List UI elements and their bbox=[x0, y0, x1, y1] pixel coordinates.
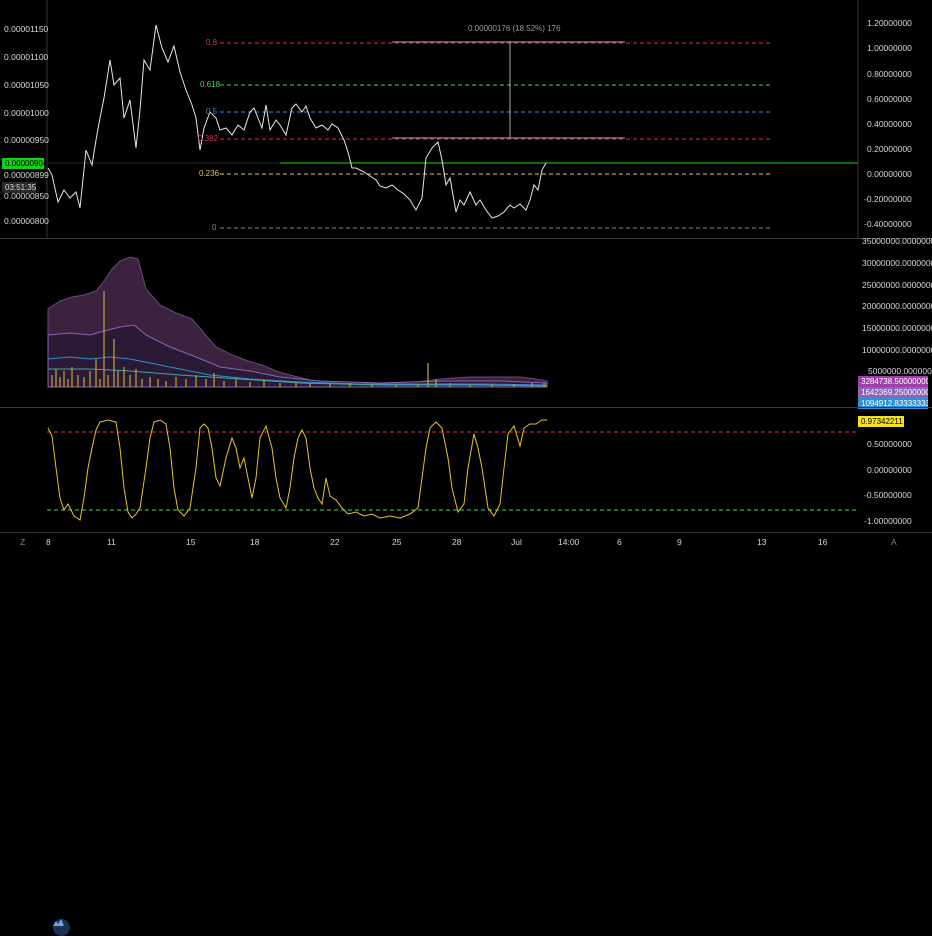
price-label: 0.00001050 bbox=[4, 80, 49, 90]
oscillator-pane[interactable]: 0.97342211 0.50000000 0.00000000 -0.5000… bbox=[0, 408, 932, 936]
volume-chart-svg bbox=[47, 256, 548, 388]
price-label: 0.00000800 bbox=[4, 216, 49, 226]
price-label: 0.00000899 bbox=[4, 170, 49, 180]
right-axis-label: 0.00000000 bbox=[867, 169, 912, 179]
right-axis-label: 0.40000000 bbox=[867, 119, 912, 129]
right-axis-label: 30000000.00000000 bbox=[862, 258, 932, 268]
bar-countdown: 03:51:35 bbox=[2, 182, 36, 193]
volume-pane[interactable]: 35000000.00000000 30000000.00000000 2500… bbox=[0, 236, 932, 409]
timezone-icon[interactable]: Z bbox=[20, 537, 25, 547]
price-chart-svg bbox=[46, 0, 859, 238]
right-axis-label: 0.00000000 bbox=[867, 465, 912, 475]
date-label: 18 bbox=[250, 537, 260, 547]
right-axis-label: 15000000.00000000 bbox=[862, 323, 932, 333]
fib-label: 0.382 bbox=[198, 134, 219, 143]
right-axis-label: -0.20000000 bbox=[864, 194, 912, 204]
right-axis-label: 5000000.00000000 bbox=[868, 366, 932, 376]
date-label: Jul bbox=[511, 537, 522, 547]
time-axis-border bbox=[0, 532, 932, 533]
right-axis-label: 0.60000000 bbox=[867, 94, 912, 104]
current-price-tag: 0.00000904 bbox=[2, 158, 47, 169]
date-label: 6 bbox=[617, 537, 622, 547]
right-axis-label: 0.80000000 bbox=[867, 69, 912, 79]
price-line bbox=[47, 24, 547, 219]
fib-label: 0.618 bbox=[200, 80, 221, 89]
date-label: 25 bbox=[392, 537, 402, 547]
fib-label: 0 bbox=[212, 223, 217, 232]
price-label: 0.00000950 bbox=[4, 135, 49, 145]
price-label: 0.00001150 bbox=[4, 24, 49, 34]
price-label: 0.00001000 bbox=[4, 108, 49, 118]
right-axis-label: -0.50000000 bbox=[864, 490, 912, 500]
measure-label: 0.00000176 (18.52%) 176 bbox=[468, 24, 561, 33]
fib-label: 0.8 bbox=[206, 38, 218, 47]
fib-label: 0.236 bbox=[199, 169, 220, 178]
right-axis-label: -0.40000000 bbox=[864, 219, 912, 229]
volume-badge-middle: 1642369.25000000 bbox=[858, 387, 928, 398]
right-axis-label: 20000000.00000000 bbox=[862, 301, 932, 311]
right-axis-label: 35000000.00000000 bbox=[862, 236, 932, 246]
right-axis-label: 0.50000000 bbox=[867, 439, 912, 449]
price-pane[interactable]: 0.00001150 0.00001100 0.00001050 0.00001… bbox=[0, 0, 932, 238]
right-axis-label: 1.20000000 bbox=[867, 18, 912, 28]
date-label: 13 bbox=[757, 537, 767, 547]
oscillator-chart-svg bbox=[47, 419, 858, 521]
date-label: 11 bbox=[107, 537, 116, 547]
right-axis-label: 0.20000000 bbox=[867, 144, 912, 154]
oscillator-value-badge: 0.97342211 bbox=[858, 416, 904, 427]
right-axis-label: -1.00000000 bbox=[864, 516, 912, 526]
date-label: 9 bbox=[677, 537, 682, 547]
date-label: 15 bbox=[186, 537, 196, 547]
tradingview-logo-icon[interactable] bbox=[53, 919, 70, 936]
fib-label: 0.5 bbox=[206, 107, 218, 116]
volume-badge-upper: 3284738.50000000 bbox=[858, 376, 928, 387]
price-label: 0.00001100 bbox=[4, 52, 49, 62]
auto-scale-button[interactable]: A bbox=[891, 537, 897, 547]
right-axis-label: 1.00000000 bbox=[867, 43, 912, 53]
date-label: 22 bbox=[330, 537, 340, 547]
date-label: 14:00 bbox=[558, 537, 580, 547]
right-axis-label: 10000000.00000000 bbox=[862, 345, 932, 355]
date-label: 28 bbox=[452, 537, 462, 547]
oscillator-line bbox=[47, 419, 547, 521]
right-axis-label: 25000000.00000000 bbox=[862, 280, 932, 290]
date-label: 16 bbox=[818, 537, 828, 547]
date-label: 8 bbox=[46, 537, 51, 547]
